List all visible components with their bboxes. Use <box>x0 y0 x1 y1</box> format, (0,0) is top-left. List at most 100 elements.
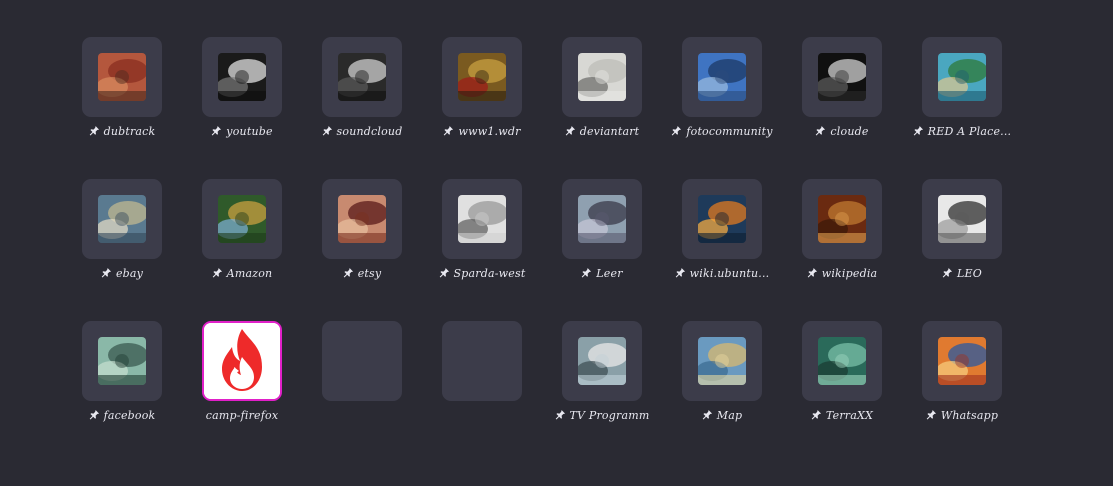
pin-icon <box>443 125 454 136</box>
tile-caption: Map <box>662 409 782 422</box>
top-site-tile[interactable]: fotocommunity <box>662 37 782 147</box>
site-thumbnail-image <box>458 53 506 101</box>
tile-caption: RED A Place... <box>902 125 1022 138</box>
site-thumbnail-image <box>938 53 986 101</box>
pin-icon <box>702 409 713 420</box>
tile-caption: deviantart <box>542 125 662 138</box>
top-site-tile[interactable]: cloude <box>782 37 902 147</box>
tile-thumbnail-frame[interactable] <box>682 37 762 117</box>
tile-thumbnail-frame[interactable] <box>682 179 762 259</box>
site-thumbnail-image <box>698 337 746 385</box>
tile-thumbnail-frame[interactable] <box>322 179 402 259</box>
tile-thumbnail-frame[interactable] <box>922 179 1002 259</box>
pin-icon <box>581 267 592 278</box>
pin-icon <box>926 409 937 420</box>
pin-icon <box>942 267 953 278</box>
tile-caption: LEO <box>902 267 1022 280</box>
pin-icon <box>565 125 576 136</box>
site-thumbnail-image <box>938 337 986 385</box>
top-site-tile[interactable]: ebay <box>62 179 182 289</box>
top-site-tile[interactable]: wikipedia <box>782 179 902 289</box>
tile-thumbnail-frame[interactable] <box>802 179 882 259</box>
tile-thumbnail-frame[interactable] <box>682 321 762 401</box>
site-thumbnail-image <box>818 53 866 101</box>
top-site-tile[interactable]: wiki.ubuntu... <box>662 179 782 289</box>
top-site-tile[interactable]: facebook <box>62 321 182 431</box>
top-site-tile[interactable]: Leer <box>542 179 662 289</box>
tile-label: wikipedia <box>821 267 878 280</box>
top-site-tile[interactable]: TerraXX <box>782 321 902 431</box>
pin-icon <box>811 409 822 420</box>
tile-caption: Leer <box>542 267 662 280</box>
site-thumbnail-image <box>98 53 146 101</box>
top-site-tile[interactable]: Whatsapp <box>902 321 1022 431</box>
tile-caption: ebay <box>62 267 182 280</box>
top-site-tile[interactable]: RED A Place... <box>902 37 1022 147</box>
tile-thumbnail-frame[interactable] <box>442 37 522 117</box>
fire-logo-icon <box>204 323 280 399</box>
pin-icon <box>343 267 354 278</box>
site-thumbnail-image <box>698 195 746 243</box>
tile-label: dubtrack <box>103 125 156 138</box>
tile-thumbnail-frame[interactable] <box>82 37 162 117</box>
empty-tile <box>302 321 422 431</box>
tile-caption: TV Programm <box>542 409 662 422</box>
top-site-tile[interactable]: Map <box>662 321 782 431</box>
tile-caption: TerraXX <box>782 409 902 422</box>
top-site-tile[interactable]: dubtrack <box>62 37 182 147</box>
tile-caption: fotocommunity <box>662 125 782 138</box>
pin-icon <box>439 267 450 278</box>
tile-caption: wiki.ubuntu... <box>662 267 782 280</box>
tile-label: etsy <box>357 267 382 280</box>
pin-icon <box>671 125 682 136</box>
tile-caption: soundcloud <box>302 125 422 138</box>
tile-thumbnail-frame[interactable] <box>322 37 402 117</box>
empty-tile-placeholder <box>442 321 522 401</box>
tile-label: soundcloud <box>336 125 403 138</box>
tile-label: ebay <box>115 267 144 280</box>
empty-tile <box>422 321 542 431</box>
top-site-tile[interactable]: www1.wdr <box>422 37 542 147</box>
tile-label: RED A Place... <box>927 125 1012 138</box>
tile-thumbnail-frame[interactable] <box>562 37 642 117</box>
tile-label: TerraXX <box>825 409 874 422</box>
tile-thumbnail-frame[interactable] <box>562 321 642 401</box>
top-site-tile[interactable]: etsy <box>302 179 422 289</box>
tile-label: Amazon <box>226 267 273 280</box>
tile-caption: www1.wdr <box>422 125 542 138</box>
pin-icon <box>322 125 333 136</box>
top-site-tile[interactable]: Amazon <box>182 179 302 289</box>
site-thumbnail-image <box>938 195 986 243</box>
tile-caption: Whatsapp <box>902 409 1022 422</box>
site-thumbnail-image <box>698 53 746 101</box>
tile-thumbnail-frame[interactable] <box>802 37 882 117</box>
pin-icon <box>89 125 100 136</box>
site-thumbnail-image <box>218 53 266 101</box>
pin-icon <box>555 409 566 420</box>
top-site-tile[interactable]: soundcloud <box>302 37 422 147</box>
top-site-tile[interactable]: deviantart <box>542 37 662 147</box>
tile-thumbnail-frame[interactable] <box>922 37 1002 117</box>
top-site-tile[interactable]: TV Programm <box>542 321 662 431</box>
tile-thumbnail-frame[interactable] <box>82 179 162 259</box>
pin-icon <box>913 125 924 136</box>
site-thumbnail-image <box>578 53 626 101</box>
top-site-tile[interactable]: LEO <box>902 179 1022 289</box>
tile-thumbnail-frame[interactable] <box>562 179 642 259</box>
tile-caption: youtube <box>182 125 302 138</box>
site-thumbnail-image <box>818 195 866 243</box>
tile-thumbnail-frame[interactable] <box>202 37 282 117</box>
tile-label: Leer <box>596 267 623 280</box>
tile-thumbnail-frame[interactable] <box>82 321 162 401</box>
top-site-tile[interactable]: youtube <box>182 37 302 147</box>
top-site-tile[interactable]: camp-firefox <box>182 321 302 431</box>
tile-caption: cloude <box>782 125 902 138</box>
top-site-tile[interactable]: Sparda-west <box>422 179 542 289</box>
tile-label: Map <box>716 409 743 422</box>
tile-thumbnail-frame[interactable] <box>202 179 282 259</box>
tile-thumbnail-frame[interactable] <box>202 321 282 401</box>
tile-thumbnail-frame[interactable] <box>922 321 1002 401</box>
tile-thumbnail-frame[interactable] <box>442 179 522 259</box>
tile-thumbnail-frame[interactable] <box>802 321 882 401</box>
tile-caption: Sparda-west <box>422 267 542 280</box>
